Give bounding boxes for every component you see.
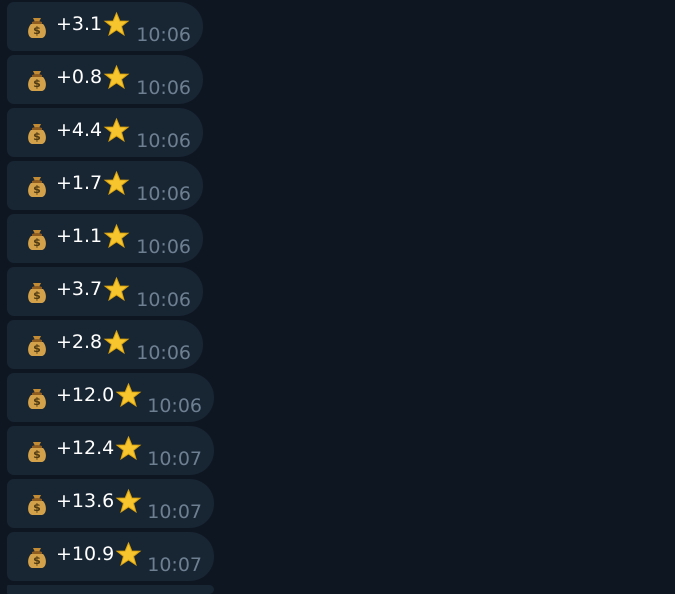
message-bubble[interactable]: $ +1.1 10:06: [7, 214, 203, 263]
message-bubble-partial[interactable]: [7, 585, 214, 594]
message-bubble[interactable]: $ +12.0 10:06: [7, 373, 214, 422]
svg-text:$: $: [33, 501, 41, 514]
star-icon: [103, 170, 130, 196]
money-bag-icon: $: [28, 388, 46, 409]
amount-text: +0.8: [56, 66, 103, 88]
amount-text: +3.1: [56, 13, 103, 35]
amount-text: +10.9: [56, 543, 115, 565]
amount-text: +1.1: [56, 225, 103, 247]
message-time: 10:07: [147, 554, 202, 576]
svg-text:$: $: [33, 130, 41, 143]
money-bag-icon: $: [28, 441, 46, 462]
money-bag-icon: $: [28, 335, 46, 356]
star-icon: [103, 64, 130, 90]
star-icon: [115, 435, 142, 461]
message-time: 10:07: [147, 501, 202, 523]
star-icon: [115, 488, 142, 514]
amount-text: +13.6: [56, 490, 115, 512]
message-time: 10:06: [136, 236, 191, 258]
svg-text:$: $: [33, 554, 41, 567]
money-bag-icon: $: [28, 547, 46, 568]
amount-text: +1.7: [56, 172, 103, 194]
message-time: 10:07: [147, 448, 202, 470]
message-bubble[interactable]: $ +3.7 10:06: [7, 267, 203, 316]
message-time: 10:06: [136, 130, 191, 152]
amount-text: +4.4: [56, 119, 103, 141]
money-bag-icon: $: [28, 123, 46, 144]
message-bubble[interactable]: $ +2.8 10:06: [7, 320, 203, 369]
chat-message-list[interactable]: $ +3.1 10:06 $ +0.8 10:06 $ +4.4 10:06 $…: [0, 0, 675, 594]
message-time: 10:06: [136, 342, 191, 364]
money-bag-icon: $: [28, 229, 46, 250]
star-icon: [103, 117, 130, 143]
star-icon: [115, 382, 142, 408]
svg-text:$: $: [33, 24, 41, 37]
message-bubble[interactable]: $ +12.4 10:07: [7, 426, 214, 475]
money-bag-icon: $: [28, 282, 46, 303]
money-bag-icon: $: [28, 176, 46, 197]
message-time: 10:06: [136, 183, 191, 205]
message-bubble[interactable]: $ +0.8 10:06: [7, 55, 203, 104]
money-bag-icon: $: [28, 17, 46, 38]
message-bubble[interactable]: $ +3.1 10:06: [7, 2, 203, 51]
star-icon: [103, 276, 130, 302]
message-bubble[interactable]: $ +13.6 10:07: [7, 479, 214, 528]
star-icon: [115, 541, 142, 567]
svg-text:$: $: [33, 183, 41, 196]
amount-text: +12.4: [56, 437, 115, 459]
message-time: 10:06: [136, 24, 191, 46]
svg-text:$: $: [33, 289, 41, 302]
amount-text: +2.8: [56, 331, 103, 353]
svg-text:$: $: [33, 236, 41, 249]
star-icon: [103, 11, 130, 37]
star-icon: [103, 223, 130, 249]
money-bag-icon: $: [28, 494, 46, 515]
message-time: 10:06: [136, 77, 191, 99]
money-bag-icon: $: [28, 70, 46, 91]
message-time: 10:06: [147, 395, 202, 417]
svg-text:$: $: [33, 77, 41, 90]
amount-text: +12.0: [56, 384, 115, 406]
svg-text:$: $: [33, 395, 41, 408]
amount-text: +3.7: [56, 278, 103, 300]
star-icon: [103, 329, 130, 355]
svg-text:$: $: [33, 448, 41, 461]
message-bubble[interactable]: $ +10.9 10:07: [7, 532, 214, 581]
message-bubble[interactable]: $ +1.7 10:06: [7, 161, 203, 210]
message-bubble[interactable]: $ +4.4 10:06: [7, 108, 203, 157]
message-time: 10:06: [136, 289, 191, 311]
svg-text:$: $: [33, 342, 41, 355]
